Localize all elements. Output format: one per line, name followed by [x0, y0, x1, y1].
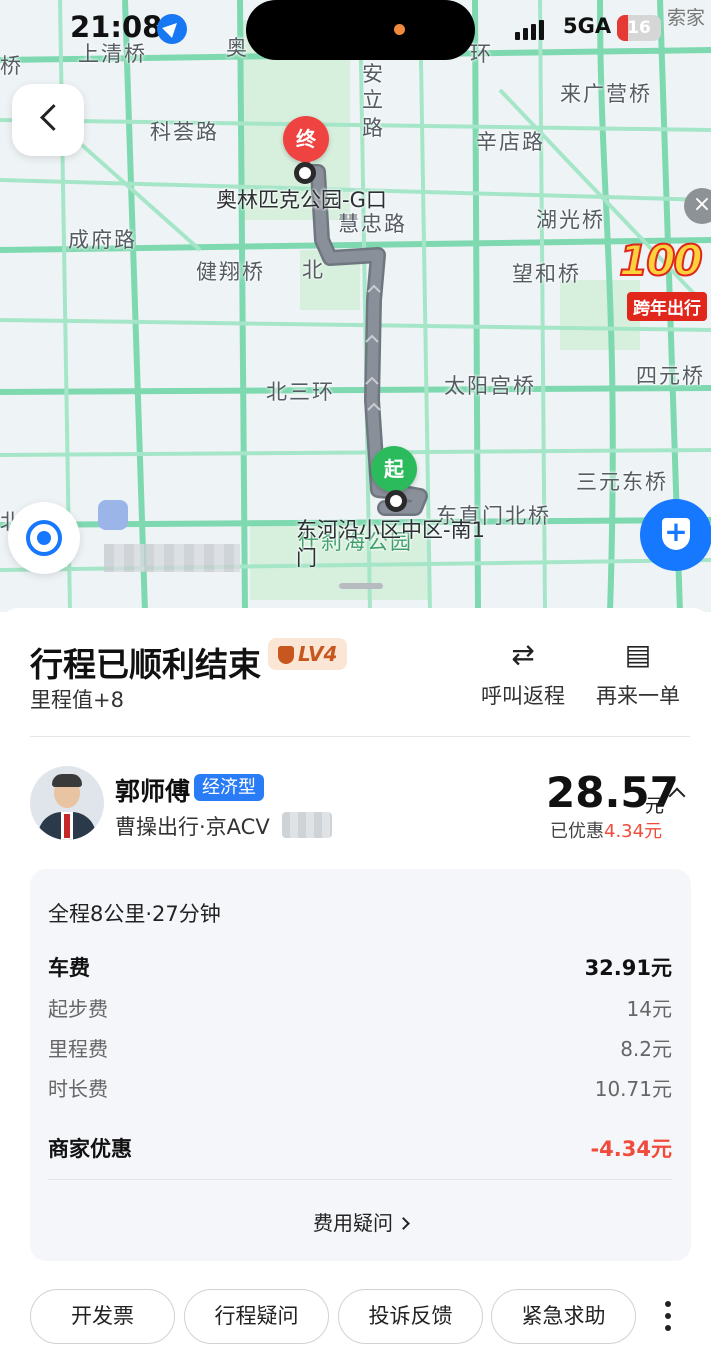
shield-icon — [662, 515, 690, 550]
end-pin: 终 — [283, 116, 329, 162]
map-label: 三元东桥 — [576, 470, 668, 494]
locate-button[interactable] — [8, 502, 80, 574]
promo-text: 跨年出行 — [627, 292, 707, 321]
price-unit: 元 — [645, 795, 665, 817]
back-button[interactable] — [12, 84, 84, 156]
map-label: 望和桥 — [512, 262, 581, 286]
order-again-button[interactable]: ▤ 再来一单 — [583, 638, 693, 710]
mileage-points: 里程值+8 — [30, 688, 124, 712]
drag-handle[interactable] — [339, 583, 383, 589]
map-label: 来广营桥 — [560, 82, 652, 106]
status-bar: 21:08 5GA 16 索家 — [0, 0, 711, 60]
trip-status-title: 行程已顺利结束 — [30, 645, 261, 684]
start-pin: 起 — [371, 446, 417, 492]
map-label: 湖光桥 — [536, 208, 605, 232]
end-point-marker — [294, 162, 316, 184]
add-order-icon: ▤ — [624, 638, 652, 671]
plate-redacted — [282, 812, 332, 838]
status-time: 21:08 — [70, 10, 163, 44]
car-type-badge: 经济型 — [194, 774, 264, 801]
action-label: 呼叫返程 — [481, 684, 565, 708]
map-label: 立 — [362, 88, 385, 112]
driver-name: 郭师傅 — [115, 777, 191, 806]
map-label: 北三环 — [266, 380, 335, 404]
start-point-marker — [385, 490, 407, 512]
promo-number: 100 — [618, 235, 704, 286]
discount-summary: 已优惠4.34元 — [550, 821, 663, 842]
origin-label-line2: 门 — [296, 546, 317, 570]
map-label: 科荟路 — [150, 120, 219, 144]
signal-icon — [515, 20, 547, 40]
destination-label: 奥林匹克公园-G口 — [216, 188, 387, 212]
badge-shield-icon — [278, 646, 294, 664]
level-badge: LV4 — [268, 638, 348, 670]
call-return-trip-button[interactable]: ⇄ 呼叫返程 — [468, 638, 578, 710]
map-view[interactable]: 上清桥 桥 奥 环 安 立 路 科荟路 来广营桥 辛店路 慧忠路 湖光桥 成府路… — [0, 0, 711, 612]
blurred-map-label — [104, 544, 240, 572]
fee-question-link[interactable]: 费用疑问 — [30, 1207, 691, 1236]
trip-distance-duration: 全程8公里·27分钟 — [48, 902, 221, 926]
more-options-icon[interactable] — [656, 1301, 680, 1333]
battery-icon: 16 — [617, 15, 661, 41]
metro-station-icon — [98, 500, 128, 530]
trip-summary-panel: 行程已顺利结束 LV4 里程值+8 ⇄ 呼叫返程 ▤ 再来一单 郭师傅 经济型 … — [0, 608, 711, 1364]
divider — [30, 736, 690, 737]
complaint-button[interactable]: 投诉反馈 — [338, 1289, 483, 1344]
dynamic-island — [246, 0, 475, 60]
recording-dot-icon — [394, 24, 405, 35]
driver-avatar — [30, 766, 104, 840]
emergency-button[interactable]: 紧急求助 — [491, 1289, 636, 1344]
map-label: 辛店路 — [476, 130, 545, 154]
map-label: 太阳宫桥 — [444, 374, 536, 398]
map-label: 北 — [302, 258, 325, 282]
map-label: 成府路 — [68, 228, 137, 252]
safety-shield-button[interactable] — [640, 499, 711, 571]
location-arrow-icon — [157, 14, 187, 44]
promo-banner[interactable]: 100 跨年出行 — [617, 235, 711, 326]
map-label: 路 — [362, 116, 385, 140]
fee-detail-card: 全程8公里·27分钟 车费 32.91元 起步费 14元 里程费 8.2元 时长费 10… — [30, 869, 691, 1261]
divider — [48, 1179, 672, 1180]
action-label: 再来一单 — [596, 684, 680, 708]
invoice-button[interactable]: 开发票 — [30, 1289, 175, 1344]
map-label: 索家 — [667, 7, 706, 29]
map-label: 四元桥 — [636, 364, 705, 388]
driver-company-plate: 曹操出行·京ACV — [115, 815, 270, 839]
chevron-right-icon — [397, 1217, 410, 1230]
network-type: 5GA — [563, 14, 612, 38]
trip-question-button[interactable]: 行程疑问 — [184, 1289, 329, 1344]
map-label: 健翔桥 — [196, 260, 265, 284]
battery-level: 16 — [627, 18, 651, 38]
origin-label: 东河沿小区中区-南1 — [296, 518, 485, 542]
swap-arrows-icon: ⇄ — [511, 638, 535, 671]
